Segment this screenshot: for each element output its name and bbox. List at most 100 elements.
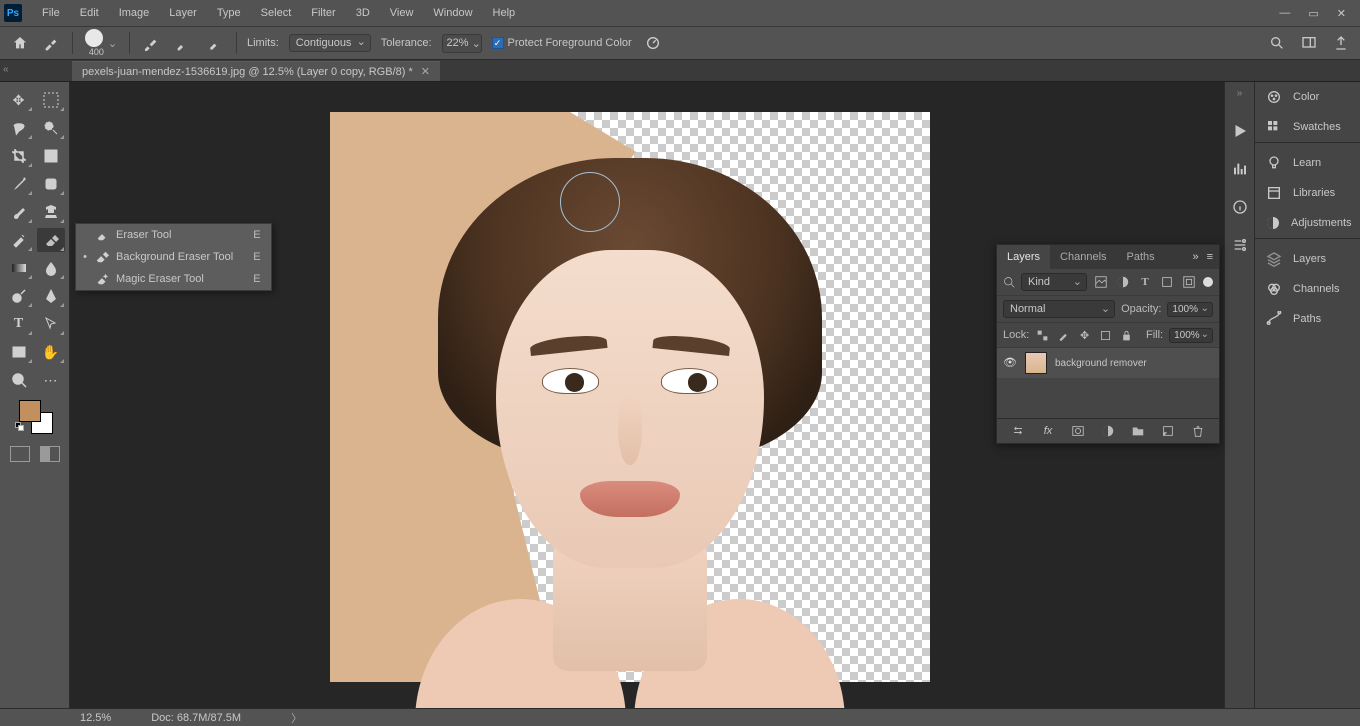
doc-size[interactable]: Doc: 68.7M/87.5M bbox=[151, 712, 241, 724]
link-layers-icon[interactable]: ⮀ bbox=[1010, 423, 1026, 439]
collapse-handle-icon[interactable]: « bbox=[3, 64, 9, 75]
gradient-tool[interactable] bbox=[5, 256, 33, 280]
panel-libraries[interactable]: Libraries bbox=[1255, 178, 1360, 208]
menu-view[interactable]: View bbox=[380, 0, 424, 26]
close-icon[interactable]: ✕ bbox=[1337, 7, 1346, 20]
new-layer-icon[interactable] bbox=[1160, 423, 1176, 439]
menu-help[interactable]: Help bbox=[483, 0, 526, 26]
sampling-swatch-icon[interactable] bbox=[204, 32, 226, 54]
group-icon[interactable] bbox=[1130, 423, 1146, 439]
history-brush-tool[interactable] bbox=[5, 228, 33, 252]
visibility-eye-icon[interactable]: 👁 bbox=[1003, 356, 1017, 370]
panel-adjustments[interactable]: Adjustments bbox=[1255, 208, 1360, 238]
filter-toggle-icon[interactable] bbox=[1203, 277, 1213, 287]
quick-selection-tool[interactable] bbox=[37, 116, 65, 140]
foreground-color-swatch[interactable] bbox=[19, 400, 41, 422]
collapse-icon[interactable]: » bbox=[1192, 251, 1198, 263]
menu-select[interactable]: Select bbox=[251, 0, 302, 26]
flyout-magic-eraser-tool[interactable]: Magic Eraser Tool E bbox=[76, 268, 271, 290]
tolerance-input[interactable]: 22% bbox=[442, 34, 482, 53]
zoom-tool[interactable] bbox=[5, 368, 33, 392]
opacity-input[interactable]: 100% bbox=[1167, 302, 1213, 317]
layer-style-icon[interactable]: fx bbox=[1040, 423, 1056, 439]
delete-layer-icon[interactable] bbox=[1190, 423, 1206, 439]
frame-tool[interactable] bbox=[37, 144, 65, 168]
clone-stamp-tool[interactable] bbox=[37, 200, 65, 224]
info-icon[interactable] bbox=[1230, 197, 1250, 217]
filter-adjustment-icon[interactable] bbox=[1115, 274, 1131, 290]
blend-mode-select[interactable]: Normal bbox=[1003, 300, 1115, 318]
path-selection-tool[interactable] bbox=[37, 312, 65, 336]
lock-transparency-icon[interactable] bbox=[1035, 327, 1050, 343]
default-colors-icon[interactable] bbox=[15, 422, 25, 432]
flyout-background-eraser-tool[interactable]: • Background Eraser Tool E bbox=[76, 246, 271, 268]
tool-preset-picker[interactable] bbox=[40, 32, 62, 54]
properties-icon[interactable] bbox=[1230, 235, 1250, 255]
quick-mask-icon[interactable] bbox=[40, 446, 60, 462]
panel-channels[interactable]: Channels bbox=[1255, 274, 1360, 304]
panel-swatches[interactable]: Swatches bbox=[1255, 112, 1360, 142]
lock-image-icon[interactable] bbox=[1056, 327, 1071, 343]
lock-position-icon[interactable]: ✥ bbox=[1077, 327, 1092, 343]
layer-item[interactable]: 👁 background remover bbox=[997, 348, 1219, 378]
healing-brush-tool[interactable] bbox=[37, 172, 65, 196]
layer-thumbnail[interactable] bbox=[1025, 352, 1047, 374]
sampling-once-icon[interactable] bbox=[172, 32, 194, 54]
layer-mask-icon[interactable] bbox=[1070, 423, 1086, 439]
brush-tool[interactable] bbox=[5, 200, 33, 224]
sampling-continuous-icon[interactable] bbox=[140, 32, 162, 54]
move-tool[interactable]: ✥ bbox=[5, 88, 33, 112]
blur-tool[interactable] bbox=[37, 256, 65, 280]
filter-type-icon[interactable]: T bbox=[1137, 274, 1153, 290]
lock-all-icon[interactable] bbox=[1119, 327, 1134, 343]
menu-edit[interactable]: Edit bbox=[70, 0, 109, 26]
menu-type[interactable]: Type bbox=[207, 0, 251, 26]
channels-tab[interactable]: Channels bbox=[1050, 245, 1116, 269]
adjustment-layer-icon[interactable] bbox=[1100, 423, 1116, 439]
menu-3d[interactable]: 3D bbox=[346, 0, 380, 26]
protect-foreground-checkbox[interactable]: ✓ Protect Foreground Color bbox=[492, 37, 632, 49]
eraser-tool[interactable] bbox=[37, 228, 65, 252]
tab-close-icon[interactable]: ✕ bbox=[421, 65, 430, 78]
standard-mode-icon[interactable] bbox=[10, 446, 30, 462]
crop-tool[interactable] bbox=[5, 144, 33, 168]
type-tool[interactable]: T bbox=[5, 312, 33, 336]
panel-color[interactable]: Color bbox=[1255, 82, 1360, 112]
status-menu-icon[interactable]: 〉 bbox=[291, 710, 302, 726]
search-icon[interactable] bbox=[1268, 34, 1286, 52]
pressure-icon[interactable] bbox=[642, 32, 664, 54]
panel-menu-icon[interactable]: ≡ bbox=[1207, 251, 1213, 263]
menu-filter[interactable]: Filter bbox=[301, 0, 345, 26]
share-icon[interactable] bbox=[1332, 34, 1350, 52]
zoom-level[interactable]: 12.5% bbox=[80, 712, 111, 724]
dodge-tool[interactable] bbox=[5, 284, 33, 308]
document-tab[interactable]: pexels-juan-mendez-1536619.jpg @ 12.5% (… bbox=[72, 61, 440, 81]
filter-pixel-icon[interactable] bbox=[1093, 274, 1109, 290]
play-icon[interactable] bbox=[1230, 121, 1250, 141]
document-canvas[interactable] bbox=[330, 112, 930, 682]
filter-shape-icon[interactable] bbox=[1159, 274, 1175, 290]
panel-paths[interactable]: Paths bbox=[1255, 304, 1360, 334]
layers-tab[interactable]: Layers bbox=[997, 245, 1050, 269]
panel-layers[interactable]: Layers bbox=[1255, 244, 1360, 274]
collapse-handle-icon[interactable]: » bbox=[1237, 88, 1243, 99]
fill-input[interactable]: 100% bbox=[1169, 328, 1213, 343]
flyout-eraser-tool[interactable]: Eraser Tool E bbox=[76, 224, 271, 246]
workspace-switcher-icon[interactable] bbox=[1300, 34, 1318, 52]
home-icon[interactable] bbox=[10, 33, 30, 53]
hand-tool[interactable]: ✋ bbox=[37, 340, 65, 364]
menu-window[interactable]: Window bbox=[423, 0, 482, 26]
lasso-tool[interactable] bbox=[5, 116, 33, 140]
panel-learn[interactable]: Learn bbox=[1255, 148, 1360, 178]
histogram-icon[interactable] bbox=[1230, 159, 1250, 179]
pen-tool[interactable] bbox=[37, 284, 65, 308]
rectangular-marquee-tool[interactable] bbox=[37, 88, 65, 112]
maximize-icon[interactable]: ▭ bbox=[1308, 7, 1318, 20]
limits-select[interactable]: Contiguous bbox=[289, 34, 371, 52]
rectangle-tool[interactable] bbox=[5, 340, 33, 364]
menu-image[interactable]: Image bbox=[109, 0, 160, 26]
brush-preset-picker[interactable]: 400 ⌄ bbox=[83, 31, 119, 55]
minimize-icon[interactable]: — bbox=[1279, 7, 1290, 20]
menu-layer[interactable]: Layer bbox=[159, 0, 207, 26]
layer-name[interactable]: background remover bbox=[1055, 358, 1147, 369]
